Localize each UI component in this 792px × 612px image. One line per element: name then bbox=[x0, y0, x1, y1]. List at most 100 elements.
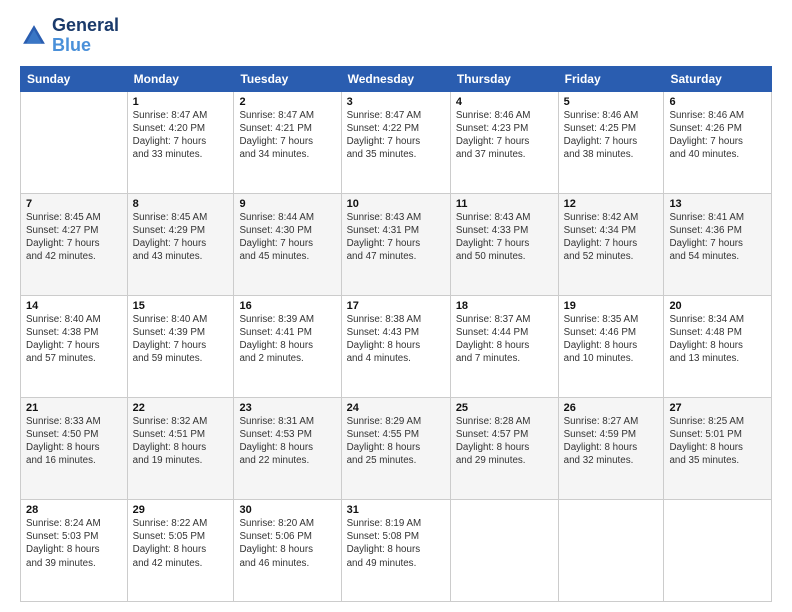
day-number: 16 bbox=[239, 300, 335, 312]
day-info: Sunrise: 8:46 AMSunset: 4:23 PMDaylight:… bbox=[456, 109, 553, 162]
day-number: 4 bbox=[456, 96, 553, 108]
day-info: Sunrise: 8:32 AMSunset: 4:51 PMDaylight:… bbox=[133, 415, 229, 468]
day-info: Sunrise: 8:45 AMSunset: 4:29 PMDaylight:… bbox=[133, 211, 229, 264]
day-number: 5 bbox=[564, 96, 659, 108]
day-info: Sunrise: 8:24 AMSunset: 5:03 PMDaylight:… bbox=[26, 517, 122, 570]
day-info: Sunrise: 8:28 AMSunset: 4:57 PMDaylight:… bbox=[456, 415, 553, 468]
day-cell: 21Sunrise: 8:33 AMSunset: 4:50 PMDayligh… bbox=[21, 397, 128, 499]
day-cell: 18Sunrise: 8:37 AMSunset: 4:44 PMDayligh… bbox=[450, 295, 558, 397]
day-cell bbox=[21, 91, 128, 193]
day-cell: 29Sunrise: 8:22 AMSunset: 5:05 PMDayligh… bbox=[127, 499, 234, 601]
day-info: Sunrise: 8:47 AMSunset: 4:20 PMDaylight:… bbox=[133, 109, 229, 162]
day-number: 20 bbox=[669, 300, 766, 312]
weekday-monday: Monday bbox=[127, 66, 234, 91]
day-cell bbox=[450, 499, 558, 601]
day-info: Sunrise: 8:25 AMSunset: 5:01 PMDaylight:… bbox=[669, 415, 766, 468]
day-cell: 3Sunrise: 8:47 AMSunset: 4:22 PMDaylight… bbox=[341, 91, 450, 193]
logo-icon bbox=[20, 22, 48, 50]
day-number: 27 bbox=[669, 402, 766, 414]
day-number: 22 bbox=[133, 402, 229, 414]
day-cell: 27Sunrise: 8:25 AMSunset: 5:01 PMDayligh… bbox=[664, 397, 772, 499]
day-cell: 2Sunrise: 8:47 AMSunset: 4:21 PMDaylight… bbox=[234, 91, 341, 193]
weekday-tuesday: Tuesday bbox=[234, 66, 341, 91]
day-number: 1 bbox=[133, 96, 229, 108]
day-cell: 28Sunrise: 8:24 AMSunset: 5:03 PMDayligh… bbox=[21, 499, 128, 601]
day-cell: 16Sunrise: 8:39 AMSunset: 4:41 PMDayligh… bbox=[234, 295, 341, 397]
day-cell: 23Sunrise: 8:31 AMSunset: 4:53 PMDayligh… bbox=[234, 397, 341, 499]
day-number: 31 bbox=[347, 504, 445, 516]
day-number: 11 bbox=[456, 198, 553, 210]
day-info: Sunrise: 8:22 AMSunset: 5:05 PMDaylight:… bbox=[133, 517, 229, 570]
day-cell: 20Sunrise: 8:34 AMSunset: 4:48 PMDayligh… bbox=[664, 295, 772, 397]
day-info: Sunrise: 8:40 AMSunset: 4:39 PMDaylight:… bbox=[133, 313, 229, 366]
day-info: Sunrise: 8:33 AMSunset: 4:50 PMDaylight:… bbox=[26, 415, 122, 468]
day-number: 29 bbox=[133, 504, 229, 516]
day-number: 14 bbox=[26, 300, 122, 312]
day-number: 21 bbox=[26, 402, 122, 414]
weekday-sunday: Sunday bbox=[21, 66, 128, 91]
day-info: Sunrise: 8:47 AMSunset: 4:21 PMDaylight:… bbox=[239, 109, 335, 162]
day-info: Sunrise: 8:20 AMSunset: 5:06 PMDaylight:… bbox=[239, 517, 335, 570]
weekday-saturday: Saturday bbox=[664, 66, 772, 91]
day-cell: 8Sunrise: 8:45 AMSunset: 4:29 PMDaylight… bbox=[127, 193, 234, 295]
header: General Blue bbox=[20, 16, 772, 56]
day-info: Sunrise: 8:45 AMSunset: 4:27 PMDaylight:… bbox=[26, 211, 122, 264]
day-cell: 7Sunrise: 8:45 AMSunset: 4:27 PMDaylight… bbox=[21, 193, 128, 295]
day-cell: 19Sunrise: 8:35 AMSunset: 4:46 PMDayligh… bbox=[558, 295, 664, 397]
day-info: Sunrise: 8:47 AMSunset: 4:22 PMDaylight:… bbox=[347, 109, 445, 162]
day-number: 18 bbox=[456, 300, 553, 312]
day-info: Sunrise: 8:27 AMSunset: 4:59 PMDaylight:… bbox=[564, 415, 659, 468]
day-number: 15 bbox=[133, 300, 229, 312]
day-cell: 22Sunrise: 8:32 AMSunset: 4:51 PMDayligh… bbox=[127, 397, 234, 499]
day-number: 2 bbox=[239, 96, 335, 108]
day-info: Sunrise: 8:46 AMSunset: 4:25 PMDaylight:… bbox=[564, 109, 659, 162]
day-info: Sunrise: 8:34 AMSunset: 4:48 PMDaylight:… bbox=[669, 313, 766, 366]
day-number: 12 bbox=[564, 198, 659, 210]
day-info: Sunrise: 8:43 AMSunset: 4:31 PMDaylight:… bbox=[347, 211, 445, 264]
weekday-friday: Friday bbox=[558, 66, 664, 91]
week-row-1: 1Sunrise: 8:47 AMSunset: 4:20 PMDaylight… bbox=[21, 91, 772, 193]
day-info: Sunrise: 8:37 AMSunset: 4:44 PMDaylight:… bbox=[456, 313, 553, 366]
day-number: 9 bbox=[239, 198, 335, 210]
day-info: Sunrise: 8:19 AMSunset: 5:08 PMDaylight:… bbox=[347, 517, 445, 570]
day-number: 24 bbox=[347, 402, 445, 414]
day-info: Sunrise: 8:29 AMSunset: 4:55 PMDaylight:… bbox=[347, 415, 445, 468]
weekday-header-row: SundayMondayTuesdayWednesdayThursdayFrid… bbox=[21, 66, 772, 91]
day-number: 19 bbox=[564, 300, 659, 312]
day-cell: 24Sunrise: 8:29 AMSunset: 4:55 PMDayligh… bbox=[341, 397, 450, 499]
day-number: 6 bbox=[669, 96, 766, 108]
day-info: Sunrise: 8:43 AMSunset: 4:33 PMDaylight:… bbox=[456, 211, 553, 264]
logo: General Blue bbox=[20, 16, 119, 56]
day-info: Sunrise: 8:40 AMSunset: 4:38 PMDaylight:… bbox=[26, 313, 122, 366]
day-cell: 1Sunrise: 8:47 AMSunset: 4:20 PMDaylight… bbox=[127, 91, 234, 193]
day-cell: 9Sunrise: 8:44 AMSunset: 4:30 PMDaylight… bbox=[234, 193, 341, 295]
day-cell: 10Sunrise: 8:43 AMSunset: 4:31 PMDayligh… bbox=[341, 193, 450, 295]
day-number: 8 bbox=[133, 198, 229, 210]
day-cell: 17Sunrise: 8:38 AMSunset: 4:43 PMDayligh… bbox=[341, 295, 450, 397]
weekday-thursday: Thursday bbox=[450, 66, 558, 91]
day-info: Sunrise: 8:38 AMSunset: 4:43 PMDaylight:… bbox=[347, 313, 445, 366]
day-info: Sunrise: 8:35 AMSunset: 4:46 PMDaylight:… bbox=[564, 313, 659, 366]
day-info: Sunrise: 8:39 AMSunset: 4:41 PMDaylight:… bbox=[239, 313, 335, 366]
day-number: 23 bbox=[239, 402, 335, 414]
day-number: 10 bbox=[347, 198, 445, 210]
day-number: 26 bbox=[564, 402, 659, 414]
week-row-3: 14Sunrise: 8:40 AMSunset: 4:38 PMDayligh… bbox=[21, 295, 772, 397]
day-info: Sunrise: 8:42 AMSunset: 4:34 PMDaylight:… bbox=[564, 211, 659, 264]
day-number: 17 bbox=[347, 300, 445, 312]
day-cell bbox=[558, 499, 664, 601]
day-cell: 14Sunrise: 8:40 AMSunset: 4:38 PMDayligh… bbox=[21, 295, 128, 397]
week-row-4: 21Sunrise: 8:33 AMSunset: 4:50 PMDayligh… bbox=[21, 397, 772, 499]
day-info: Sunrise: 8:46 AMSunset: 4:26 PMDaylight:… bbox=[669, 109, 766, 162]
week-row-2: 7Sunrise: 8:45 AMSunset: 4:27 PMDaylight… bbox=[21, 193, 772, 295]
day-number: 13 bbox=[669, 198, 766, 210]
day-number: 28 bbox=[26, 504, 122, 516]
calendar-table: SundayMondayTuesdayWednesdayThursdayFrid… bbox=[20, 66, 772, 602]
day-number: 3 bbox=[347, 96, 445, 108]
day-number: 30 bbox=[239, 504, 335, 516]
day-cell: 4Sunrise: 8:46 AMSunset: 4:23 PMDaylight… bbox=[450, 91, 558, 193]
day-cell: 5Sunrise: 8:46 AMSunset: 4:25 PMDaylight… bbox=[558, 91, 664, 193]
day-cell bbox=[664, 499, 772, 601]
weekday-wednesday: Wednesday bbox=[341, 66, 450, 91]
logo-text: General Blue bbox=[52, 16, 119, 56]
